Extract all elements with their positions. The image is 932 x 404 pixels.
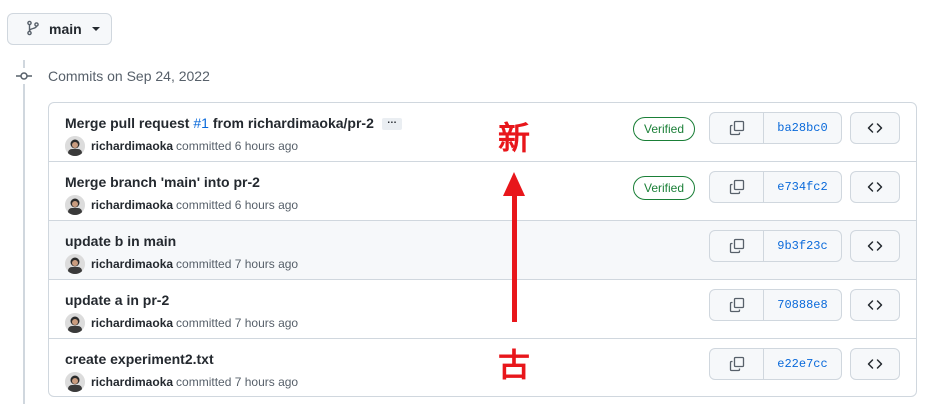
verified-badge[interactable]: Verified (633, 117, 696, 141)
avatar[interactable] (65, 254, 85, 274)
commit-message[interactable]: create experiment2.txt (65, 351, 214, 367)
commit-sha-link[interactable]: ba28bc0 (764, 113, 841, 143)
avatar[interactable] (65, 136, 85, 156)
commit-row: update a in pr-2 richardimaoka committed… (49, 280, 916, 339)
commit-sha-link[interactable]: e22e7cc (764, 349, 841, 379)
commit-time: committed 7 hours ago (176, 257, 299, 271)
avatar[interactable] (65, 372, 85, 392)
commit-meta: richardimaoka committed 7 hours ago (65, 313, 298, 333)
branch-name: main (49, 21, 82, 37)
commit-row: Merge branch 'main' into pr-2 richardima… (49, 162, 916, 221)
browse-repo-button[interactable] (850, 230, 900, 262)
commit-row: create experiment2.txt richardimaoka com… (49, 339, 916, 396)
sha-button-group: ba28bc0 (709, 112, 842, 144)
commit-date-heading: Commits on Sep 24, 2022 (48, 68, 210, 84)
code-icon (867, 182, 883, 192)
commit-row: update b in main richardimaoka committed… (49, 221, 916, 280)
commit-author[interactable]: richardimaoka (91, 198, 173, 212)
copy-sha-button[interactable] (710, 172, 764, 202)
copy-sha-button[interactable] (710, 349, 764, 379)
avatar[interactable] (65, 195, 85, 215)
code-icon (867, 359, 883, 369)
commit-sha-link[interactable]: 70888e8 (764, 290, 841, 320)
avatar[interactable] (65, 313, 85, 333)
commit-time: committed 6 hours ago (176, 198, 299, 212)
commit-row: Merge pull request #1 from richardimaoka… (49, 103, 916, 162)
commit-author[interactable]: richardimaoka (91, 375, 173, 389)
code-icon (867, 123, 883, 133)
copy-icon (729, 179, 744, 195)
code-icon (867, 300, 883, 310)
commit-time: committed 7 hours ago (176, 316, 299, 330)
commit-author[interactable]: richardimaoka (91, 316, 173, 330)
annotation-arrow-line (512, 194, 517, 322)
commit-sha-link[interactable]: 9b3f23c (764, 231, 841, 261)
sha-button-group: 70888e8 (709, 289, 842, 321)
copy-icon (729, 297, 744, 313)
browse-repo-button[interactable] (850, 112, 900, 144)
commit-message-text[interactable]: Merge pull request (65, 115, 193, 131)
git-branch-icon (25, 20, 41, 39)
copy-sha-button[interactable] (710, 290, 764, 320)
branch-select-button[interactable]: main (7, 13, 112, 45)
pr-link[interactable]: #1 (193, 115, 209, 131)
commit-message[interactable]: Merge pull request #1 from richardimaoka… (65, 115, 402, 131)
commit-message[interactable]: update b in main (65, 233, 176, 249)
commit-author[interactable]: richardimaoka (91, 139, 173, 153)
commit-time: committed 6 hours ago (176, 139, 299, 153)
code-icon (867, 241, 883, 251)
commit-meta: richardimaoka committed 6 hours ago (65, 195, 298, 215)
expand-message-button[interactable]: … (381, 116, 402, 131)
commit-message[interactable]: update a in pr-2 (65, 292, 169, 308)
commit-meta: richardimaoka committed 6 hours ago (65, 136, 298, 156)
copy-icon (729, 356, 744, 372)
commit-list: Merge pull request #1 from richardimaoka… (48, 102, 917, 397)
verified-badge[interactable]: Verified (633, 176, 696, 200)
browse-repo-button[interactable] (850, 171, 900, 203)
commit-message-text[interactable]: from richardimaoka/pr-2 (209, 115, 374, 131)
commit-sha-link[interactable]: e734fc2 (764, 172, 841, 202)
annotation-old-label: 古 (498, 346, 531, 384)
copy-icon (729, 120, 744, 136)
copy-icon (729, 238, 744, 254)
annotation-arrow-head (503, 172, 525, 196)
commit-author[interactable]: richardimaoka (91, 257, 173, 271)
browse-repo-button[interactable] (850, 289, 900, 321)
git-commit-icon (16, 68, 32, 84)
sha-button-group: 9b3f23c (709, 230, 842, 262)
browse-repo-button[interactable] (850, 348, 900, 380)
commit-message[interactable]: Merge branch 'main' into pr-2 (65, 174, 260, 190)
sha-button-group: e734fc2 (709, 171, 842, 203)
chevron-down-icon (91, 27, 100, 31)
copy-sha-button[interactable] (710, 113, 764, 143)
annotation-new-label: 新 (498, 119, 531, 157)
sha-button-group: e22e7cc (709, 348, 842, 380)
commit-meta: richardimaoka committed 7 hours ago (65, 372, 298, 392)
timeline-line (23, 60, 25, 404)
copy-sha-button[interactable] (710, 231, 764, 261)
commit-meta: richardimaoka committed 7 hours ago (65, 254, 298, 274)
commit-time: committed 7 hours ago (176, 375, 299, 389)
